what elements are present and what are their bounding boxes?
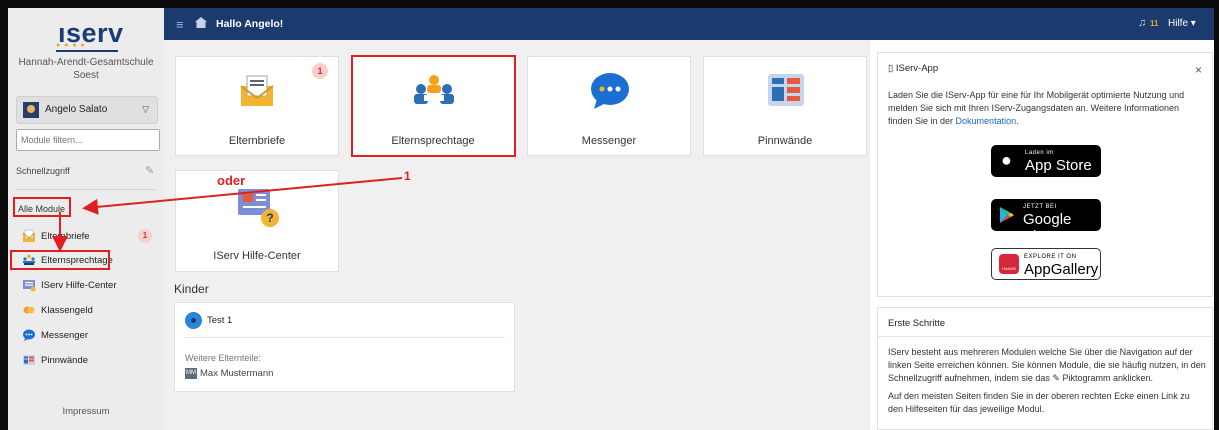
panel-text-body: Laden Sie die IServ-App für eine für Ihr…	[888, 90, 1185, 126]
tile-elternbriefe[interactable]: 1 Elternbriefe	[175, 56, 339, 156]
child-name[interactable]: Test 1	[207, 315, 232, 326]
panel-text-end: .	[1016, 116, 1019, 126]
letter-icon	[240, 75, 274, 106]
first-steps-text: IServ besteht aus mehreren Modulen welch…	[888, 347, 1206, 383]
close-icon[interactable]: ×	[1195, 63, 1202, 77]
annotation-oder: oder	[217, 173, 246, 188]
parent-name: Max Mustermann	[200, 368, 274, 379]
edit-icon[interactable]: ✎	[145, 164, 154, 177]
sidebar-item-hilfe-center[interactable]: IServ Hilfe-Center	[16, 275, 158, 297]
screen-border	[0, 0, 8, 430]
sidebar-item-elternbriefe[interactable]: Elternbriefe 1	[16, 226, 158, 248]
apple-icon: ●	[1001, 150, 1012, 170]
first-steps-panel: Erste Schritte IServ besteht aus mehrere…	[877, 307, 1213, 430]
tile-pinnwaende[interactable]: Pinnwände	[703, 56, 867, 156]
sidebar: ıserv ● ● ● ● Hannah-Arendt-Gesamtschule…	[8, 8, 165, 430]
breadcrumb: Hallo Angelo!	[216, 18, 284, 30]
panel-title: Erste Schritte	[888, 318, 946, 329]
divider	[185, 337, 505, 338]
impressum-link[interactable]: Impressum	[8, 406, 164, 417]
unread-badge: 1	[312, 63, 328, 79]
letter-icon	[22, 229, 36, 242]
divider	[878, 336, 1212, 337]
unread-badge: 1	[138, 229, 152, 243]
logo-underline	[56, 50, 118, 52]
first-steps-text: Auf den meisten Seiten finden Sie in der…	[888, 391, 1190, 414]
highlight-box-elternsprechtage	[10, 250, 110, 270]
tile-label: Messenger	[581, 135, 637, 147]
tile-label: IServ Hilfe-Center	[213, 250, 301, 262]
app-store-big-text: App Store	[1025, 157, 1092, 174]
other-parents-label: Weitere Elternteile:	[185, 353, 261, 363]
divider	[16, 189, 156, 190]
home-icon[interactable]	[195, 17, 207, 28]
sidebar-item-pinnwaende[interactable]: Pinnwände	[16, 350, 158, 372]
app-store-small-text: Laden im	[1025, 150, 1054, 156]
avatar	[185, 312, 202, 329]
panel-title-text: IServ-App	[895, 63, 939, 74]
sidebar-item-label: Pinnwände	[41, 355, 89, 366]
sidebar-item-label: Klassengeld	[41, 305, 93, 316]
board-icon	[23, 355, 35, 365]
avatar: MM	[185, 368, 197, 379]
user-menu-button[interactable]: Angelo Salato ▽	[16, 96, 158, 124]
user-name: Angelo Salato	[45, 104, 108, 115]
money-icon	[23, 306, 35, 314]
sidebar-item-klassengeld[interactable]: Klassengeld	[16, 300, 158, 322]
panel-title: ▯ IServ-App	[888, 63, 939, 74]
page: ıserv ● ● ● ● Hannah-Arendt-Gesamtschule…	[0, 0, 1219, 430]
help-center-icon	[23, 280, 36, 292]
tile-hilfe-center[interactable]: ? IServ Hilfe-Center	[175, 170, 339, 272]
iserv-app-panel: ▯ IServ-App × Laden Sie die IServ-App fü…	[877, 52, 1213, 297]
avatar	[23, 102, 39, 118]
chevron-down-icon: ▽	[142, 104, 149, 114]
notification-count[interactable]: 11	[1150, 19, 1158, 28]
all-modules-heading: Alle Module	[13, 197, 71, 217]
screen-border	[0, 0, 1219, 8]
bell-icon[interactable]: ♫	[1138, 17, 1146, 29]
app-store-button[interactable]: ● Laden im App Store	[991, 145, 1101, 177]
logo-dots: ● ● ● ●	[56, 42, 86, 49]
screen-border	[1214, 0, 1219, 430]
kinder-heading: Kinder	[174, 282, 209, 296]
tile-label: Elternbriefe	[228, 135, 286, 147]
top-bar: ≡ Hallo Angelo! ♫ 11 Hilfe ▾	[164, 8, 1214, 40]
help-menu[interactable]: Hilfe ▾	[1168, 18, 1196, 29]
svg-text:?: ?	[266, 211, 273, 225]
appgallery-button[interactable]: HUAWEI EXPLORE IT ON AppGallery	[991, 248, 1101, 280]
school-name: Hannah-Arendt-Gesamtschule Soest	[18, 57, 154, 81]
board-icon	[768, 74, 804, 106]
huawei-label: HUAWEI	[1002, 267, 1016, 271]
documentation-link[interactable]: Dokumentation	[956, 116, 1017, 126]
google-play-small-text: JETZT BEI	[1023, 204, 1057, 210]
quick-access-label: Schnellzugriff	[16, 166, 70, 176]
panel-text: Laden Sie die IServ-App für eine für Ihr…	[888, 89, 1204, 128]
sidebar-item-messenger[interactable]: Messenger	[16, 325, 158, 347]
highlight-box-tile-elternsprechtage	[351, 55, 516, 157]
huawei-icon: HUAWEI	[999, 254, 1019, 274]
chat-icon	[23, 329, 35, 341]
annotation-step-number: 1	[404, 169, 411, 183]
appgallery-small-text: EXPLORE IT ON	[1024, 254, 1077, 260]
google-play-big-text: Google Play	[1023, 211, 1072, 245]
google-play-icon	[1000, 207, 1014, 223]
sidebar-item-label: IServ Hilfe-Center	[41, 280, 117, 291]
kinder-card: Test 1 Weitere Elternteile: MM Max Muste…	[174, 302, 515, 392]
sidebar-item-label: Messenger	[41, 330, 88, 341]
google-play-button[interactable]: JETZT BEI Google Play	[991, 199, 1101, 245]
sidebar-item-label: Elternbriefe	[41, 231, 90, 242]
tile-messenger[interactable]: Messenger	[527, 56, 691, 156]
tile-label: Pinnwände	[757, 135, 813, 147]
module-filter-input[interactable]	[16, 129, 160, 151]
chat-icon	[591, 73, 629, 109]
appgallery-big-text: AppGallery	[1024, 261, 1099, 278]
help-center-icon: ?	[238, 189, 279, 227]
hamburger-menu-icon[interactable]: ≡	[176, 17, 184, 32]
